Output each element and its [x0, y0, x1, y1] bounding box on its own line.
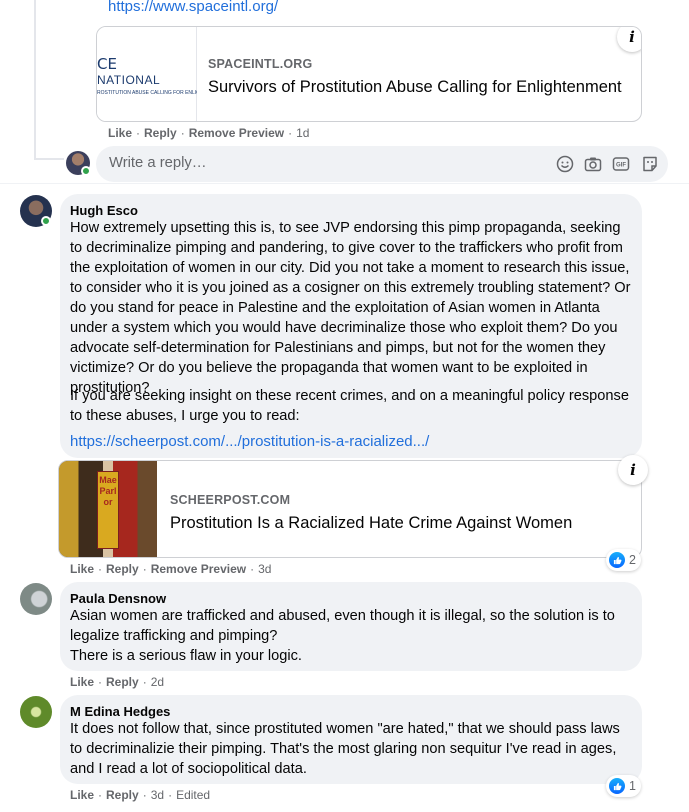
- online-status-dot: [41, 216, 51, 226]
- reply-input[interactable]: Write a reply… GIF: [96, 146, 668, 182]
- like-reaction-icon: [609, 778, 625, 794]
- reaction-count-pill[interactable]: 2: [606, 549, 641, 571]
- comment-actions: Like · Reply · Remove Preview · 3d: [70, 562, 272, 576]
- storefront-sign: Mae Parlor: [99, 475, 117, 507]
- like-button[interactable]: Like: [70, 675, 94, 689]
- comment-link[interactable]: https://scheerpost.com/.../prostitution-…: [70, 433, 429, 450]
- online-status-dot: [81, 166, 91, 176]
- comment-actions: Like · Reply · 2d: [70, 675, 165, 689]
- info-icon[interactable]: i: [617, 27, 641, 52]
- like-reaction-icon: [609, 552, 625, 568]
- reply-button[interactable]: Reply: [106, 788, 139, 802]
- preview-thumbnail: Mae Parlor: [59, 461, 157, 557]
- link-preview-card[interactable]: CE NATIONAL ROSTITUTION ABUSE CALLING FO…: [96, 26, 642, 122]
- edited-label[interactable]: Edited: [176, 788, 210, 802]
- comment-text: It does not follow that, since prostitut…: [70, 721, 620, 777]
- comment-text: legalize trafficking and pimping?: [70, 628, 278, 644]
- comment-actions: Like · Reply · Remove Preview · 1d: [108, 126, 310, 140]
- reaction-count: 1: [629, 779, 636, 793]
- comment-text: There is a serious flaw in your logic.: [70, 648, 302, 664]
- timestamp[interactable]: 2d: [151, 675, 164, 689]
- avatar[interactable]: [20, 583, 52, 615]
- preview-logo-text: ROSTITUTION ABUSE CALLING FOR ENLIGHTEN: [97, 90, 197, 96]
- info-icon[interactable]: i: [618, 455, 648, 485]
- comment-author[interactable]: Paula Densnow: [70, 591, 166, 606]
- preview-logo-text: NATIONAL: [97, 73, 161, 87]
- like-button[interactable]: Like: [108, 126, 132, 140]
- timestamp[interactable]: 3d: [151, 788, 164, 802]
- preview-domain: SCHEERPOST.COM: [170, 493, 291, 507]
- reply-button[interactable]: Reply: [106, 562, 139, 576]
- comment-bubble: M Edina Hedges It does not follow that, …: [60, 695, 642, 784]
- comment-text: Asian women are trafficked and abused, e…: [70, 608, 615, 624]
- svg-text:GIF: GIF: [616, 163, 626, 169]
- thread-line-curve: [34, 158, 64, 160]
- avatar[interactable]: [20, 696, 52, 728]
- remove-preview-button[interactable]: Remove Preview: [189, 126, 284, 140]
- reply-placeholder: Write a reply…: [109, 155, 207, 171]
- emoji-icon[interactable]: [556, 155, 574, 173]
- like-button[interactable]: Like: [70, 788, 94, 802]
- reply-button[interactable]: Reply: [106, 675, 139, 689]
- comment-text: If you are seeking insight on these rece…: [70, 388, 629, 424]
- timestamp[interactable]: 3d: [258, 562, 271, 576]
- comment-bubble: Hugh Esco How extremely upsetting this i…: [60, 194, 642, 458]
- comment-text: How extremely upsetting this is, to see …: [70, 220, 631, 396]
- sticker-icon[interactable]: [641, 155, 659, 173]
- comment-actions: Like · Reply · 3d · Edited: [70, 788, 211, 802]
- preview-title: Prostitution Is a Racialized Hate Crime …: [170, 514, 573, 532]
- section-divider: [0, 183, 689, 184]
- comment-bubble: Paula Densnow Asian women are trafficked…: [60, 582, 642, 671]
- preview-domain: SPACEINTL.ORG: [208, 57, 313, 71]
- reaction-count-pill[interactable]: 1: [606, 775, 641, 797]
- reply-button[interactable]: Reply: [144, 126, 177, 140]
- timestamp[interactable]: 1d: [296, 126, 309, 140]
- link-preview-card[interactable]: Mae Parlor SCHEERPOST.COM Prostitution I…: [58, 460, 642, 558]
- remove-preview-button[interactable]: Remove Preview: [151, 562, 246, 576]
- preview-title: Survivors of Prostitution Abuse Calling …: [208, 78, 622, 96]
- preview-logo-text: CE: [97, 55, 117, 73]
- camera-icon[interactable]: [584, 155, 602, 173]
- preview-thumbnail: CE NATIONAL ROSTITUTION ABUSE CALLING FO…: [97, 27, 197, 121]
- comment-author[interactable]: M Edina Hedges: [70, 704, 170, 719]
- gif-icon[interactable]: GIF: [612, 155, 630, 173]
- comment-link[interactable]: https://www.spaceintl.org/: [108, 0, 278, 15]
- reaction-count: 2: [629, 553, 636, 567]
- thread-line: [34, 0, 36, 160]
- like-button[interactable]: Like: [70, 562, 94, 576]
- comment-author[interactable]: Hugh Esco: [70, 203, 138, 218]
